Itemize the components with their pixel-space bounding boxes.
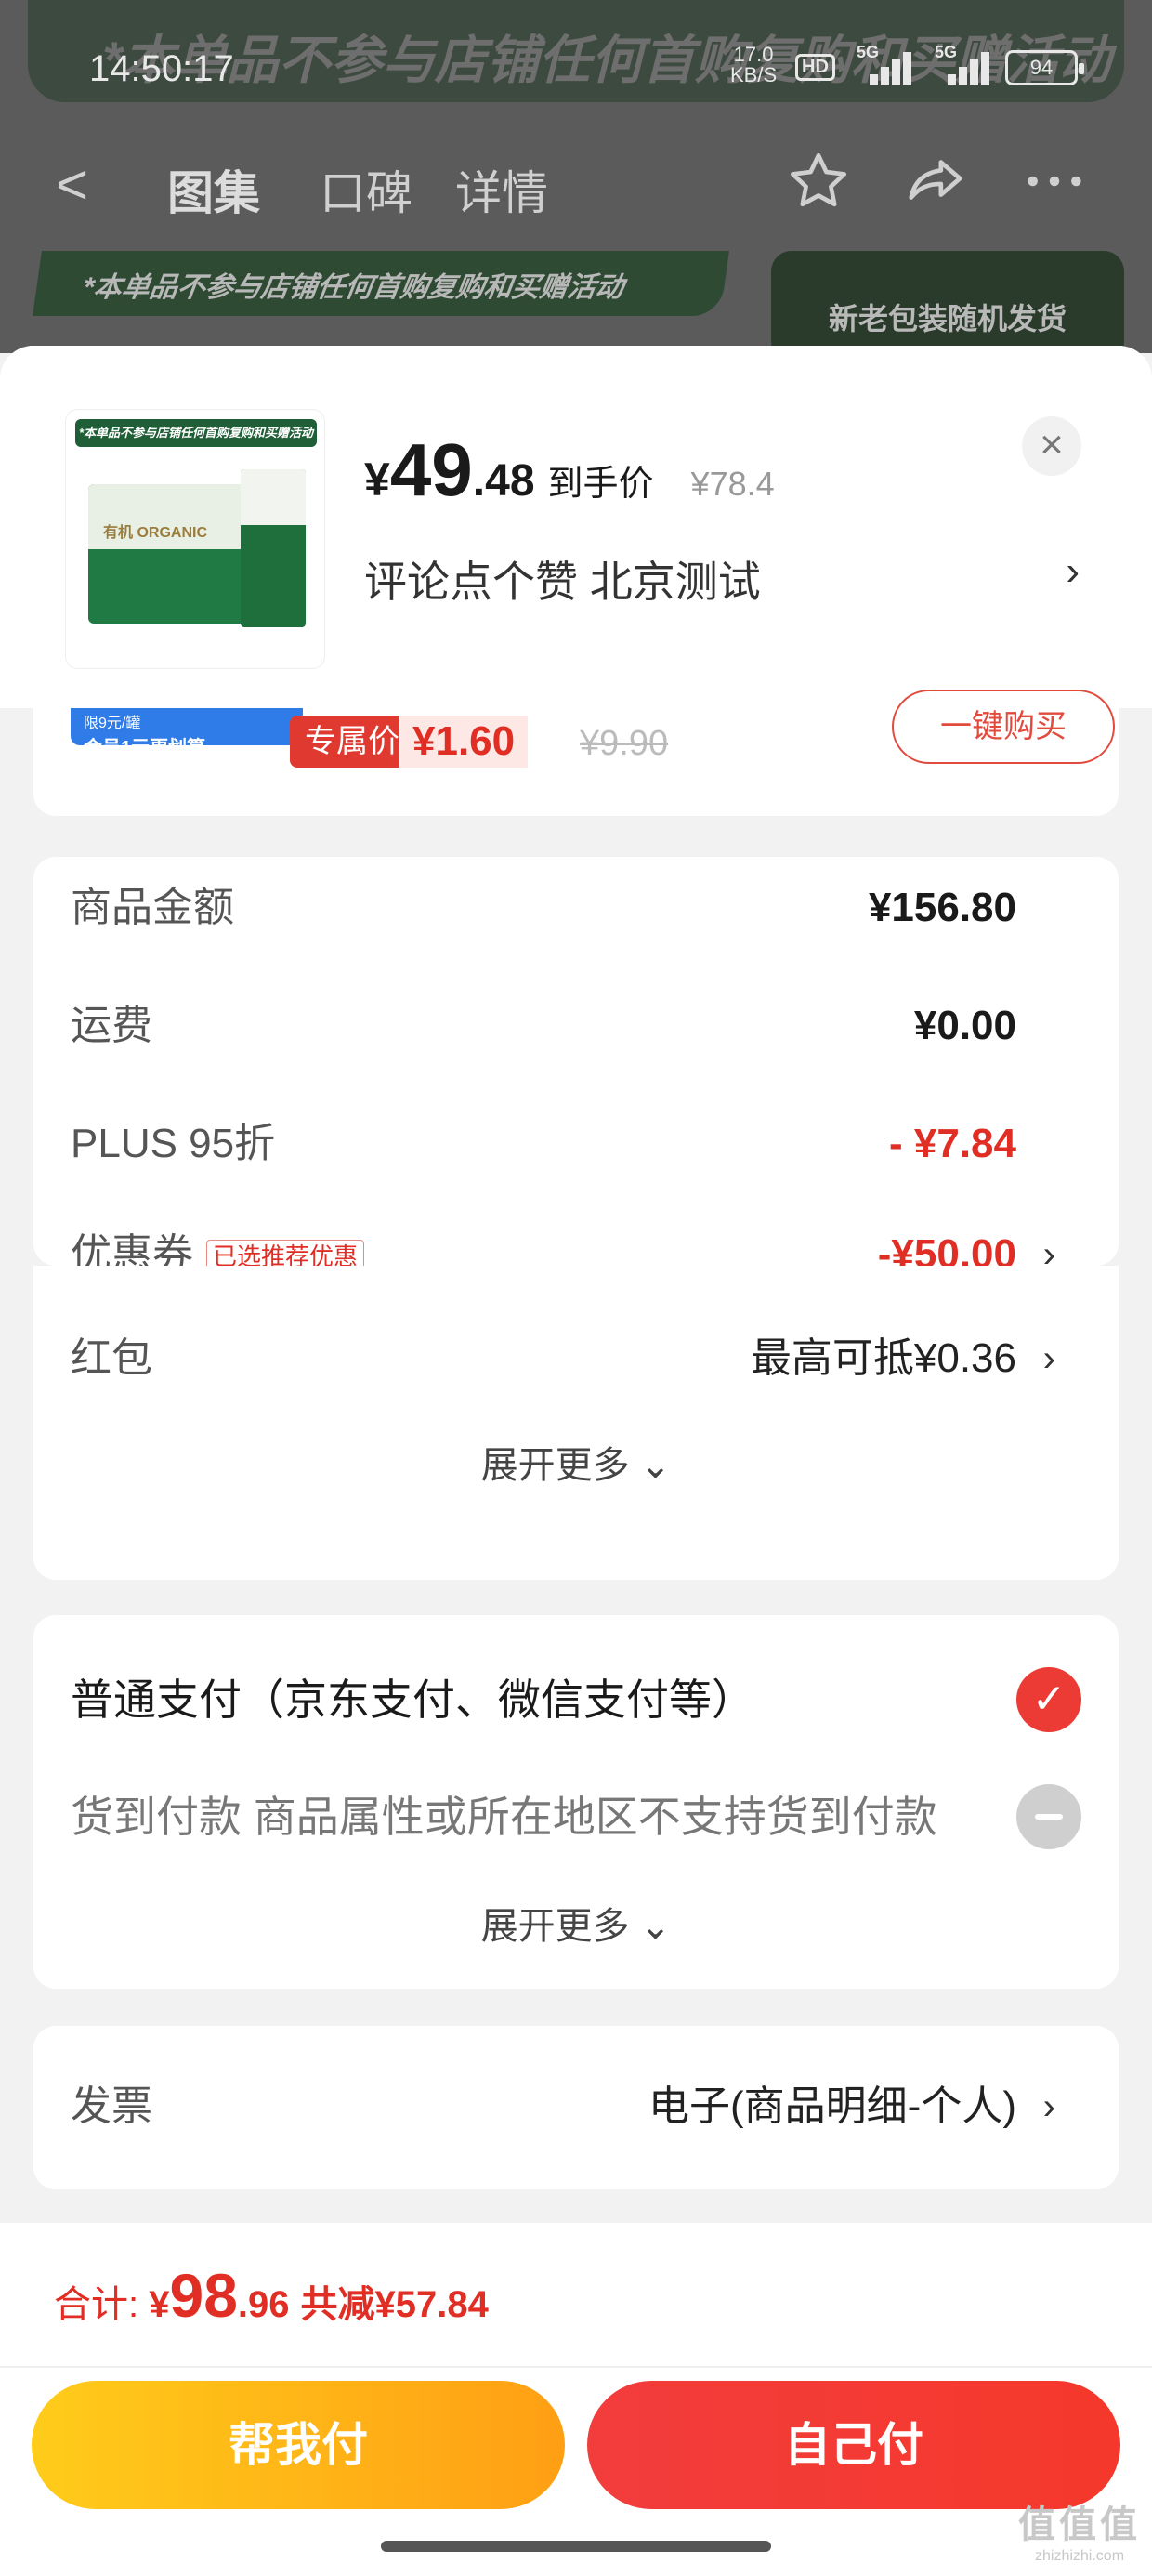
network-speed-unit: KB/S	[730, 63, 778, 86]
summary-value: - ¥7.84	[889, 1121, 1016, 1166]
close-icon[interactable]: ×	[1022, 416, 1081, 476]
disabled-circle-icon	[1016, 1784, 1081, 1849]
payment-expand-more[interactable]: 展开更多 ⌄	[33, 1896, 1119, 1950]
product-nav: < 图集 口碑 详情	[0, 149, 1152, 223]
watermark-logo: 值值值	[1018, 2504, 1141, 2545]
status-time: 14:50:17	[89, 48, 234, 89]
summary-row-shipping: 运费 ¥0.00	[71, 993, 1081, 1058]
thumbnail-carton-image	[241, 469, 306, 627]
status-bar: 14:50:17 17.0 KB/S HD 5G 5G 94	[0, 37, 1152, 102]
price-summary-card: 商品金额 ¥156.80 运费 ¥0.00 PLUS 95折 - ¥7.84 优…	[33, 857, 1119, 1277]
tab-details[interactable]: 详情	[455, 156, 548, 223]
total-integer: 98	[169, 2261, 238, 2330]
star-icon[interactable]	[786, 149, 851, 228]
thumbnail-box-image	[88, 484, 255, 624]
invoice-row[interactable]: 发票 电子(商品明细-个人) ›	[71, 2074, 1081, 2139]
product-thumbnail: *本单品不参与店铺任何首购复购和买赠活动 有机 ORGANIC	[65, 409, 325, 669]
summary-label: 商品金额	[71, 885, 234, 930]
member-badge-line2: 会员1元更划算	[84, 738, 206, 758]
one-click-buy-button[interactable]: 一键购买	[892, 690, 1115, 764]
help-me-pay-button[interactable]: 帮我付	[32, 2381, 565, 2509]
hd-icon: HD	[795, 54, 835, 81]
total-saved: 共减¥57.84	[300, 2284, 489, 2325]
share-icon[interactable]	[903, 149, 968, 228]
summary-value: ¥0.00	[913, 1003, 1016, 1048]
price-summary-card-bottom: 红包 最高可抵¥0.36 › 展开更多 ⌄	[33, 1266, 1119, 1580]
summary-label: 运费	[71, 1003, 152, 1048]
home-indicator[interactable]	[381, 2541, 771, 2552]
summary-expand-more[interactable]: 展开更多 ⌄	[33, 1435, 1119, 1489]
deal-original-price: ¥9.90	[580, 724, 669, 763]
summary-row-plus: PLUS 95折 - ¥7.84	[71, 1111, 1081, 1176]
check-circle-icon: ✓	[1016, 1667, 1081, 1732]
deal-card: 限9元/罐 会员1元更划算 专属价 ¥1.60 ¥9.90 一键购买	[33, 690, 1119, 816]
payment-option-cod: 货到付款 商品属性或所在地区不支持货到付款	[71, 1784, 1081, 1849]
background-product-page: *本单品不参与店铺任何首购复购和买赠活动 14:50:17 17.0 KB/S …	[0, 0, 1152, 353]
product-header: *本单品不参与店铺任何首购复购和买赠活动 有机 ORGANIC ¥49.48 到手…	[0, 346, 1152, 708]
spec-selector[interactable]: 评论点个赞 北京测试 ›	[364, 548, 1089, 610]
product-price: ¥49.48 到手价 ¥78.4	[364, 427, 775, 511]
promo-strip: *本单品不参与店铺任何首购复购和买赠活动	[33, 251, 729, 316]
summary-value: 最高可抵¥0.36	[750, 1335, 1016, 1381]
signal-label-2: 5G	[935, 43, 958, 61]
checkout-footer: 合计: ¥98.96 共减¥57.84 帮我付 自己付 值值值 zhizhizhi…	[0, 2223, 1152, 2576]
chevron-right-icon: ›	[1066, 548, 1080, 594]
payment-option-label: 普通支付（京东支付、微信支付等）	[71, 1676, 754, 1724]
price-integer: 49	[389, 428, 473, 511]
payment-option-standard[interactable]: 普通支付（京东支付、微信支付等） ✓	[71, 1667, 1081, 1732]
watermark: 值值值 zhizhizhi.com	[1018, 2494, 1141, 2565]
invoice-label: 发票	[71, 2083, 152, 2129]
price-decimal: .48	[472, 456, 535, 506]
summary-label: PLUS 95折	[71, 1121, 276, 1166]
battery-icon: 94	[1005, 50, 1084, 85]
network-speed: 17.0 KB/S	[730, 45, 777, 85]
signal-icon-2: 5G	[935, 43, 990, 85]
watermark-url: zhizhizhi.com	[1034, 2548, 1125, 2564]
payment-card: 普通支付（京东支付、微信支付等） ✓ 货到付款 商品属性或所在地区不支持货到付款…	[33, 1615, 1119, 1989]
summary-value: ¥156.80	[868, 885, 1016, 930]
more-icon[interactable]	[1022, 149, 1087, 228]
thumbnail-brand: 有机 ORGANIC	[103, 525, 208, 541]
summary-row-redpacket[interactable]: 红包 最高可抵¥0.36 ›	[71, 1326, 1081, 1391]
original-price: ¥78.4	[690, 465, 775, 503]
chevron-right-icon: ›	[1042, 2086, 1055, 2127]
spec-text: 评论点个赞 北京测试	[364, 558, 761, 606]
member-badge-line1: 限9元/罐	[84, 716, 141, 731]
tab-gallery[interactable]: 图集	[167, 156, 260, 223]
signal-icon: 5G	[857, 43, 912, 85]
total-label: 合计:	[54, 2284, 150, 2325]
invoice-card[interactable]: 发票 电子(商品明细-个人) ›	[33, 2026, 1119, 2189]
invoice-value: 电子(商品明细-个人)	[648, 2083, 1016, 2129]
order-total: 合计: ¥98.96 共减¥57.84	[54, 2260, 489, 2331]
total-currency: ¥	[149, 2284, 170, 2325]
exclusive-price: ¥1.60	[399, 716, 529, 768]
summary-row-goods: 商品金额 ¥156.80	[71, 875, 1081, 940]
price-tag: 到手价	[547, 465, 654, 504]
price-currency: ¥	[364, 453, 390, 506]
footer-divider	[0, 2366, 1152, 2368]
chevron-right-icon: ›	[1042, 1338, 1055, 1379]
total-decimal: .96	[237, 2284, 290, 2325]
payment-option-label: 货到付款 商品属性或所在地区不支持货到付款	[71, 1793, 937, 1841]
packaging-notice: 新老包装随机发货	[771, 251, 1124, 353]
member-badge: 限9元/罐 会员1元更划算	[71, 708, 303, 758]
tab-reviews[interactable]: 口碑	[320, 156, 412, 223]
pay-myself-button[interactable]: 自己付	[587, 2381, 1120, 2509]
back-icon[interactable]: <	[56, 152, 88, 217]
summary-label: 红包	[71, 1335, 152, 1381]
signal-label: 5G	[857, 43, 880, 61]
exclusive-price-tag: 专属价	[290, 716, 414, 768]
thumbnail-banner: *本单品不参与店铺任何首购复购和买赠活动	[75, 419, 317, 447]
network-speed-value: 17.0	[733, 43, 774, 66]
